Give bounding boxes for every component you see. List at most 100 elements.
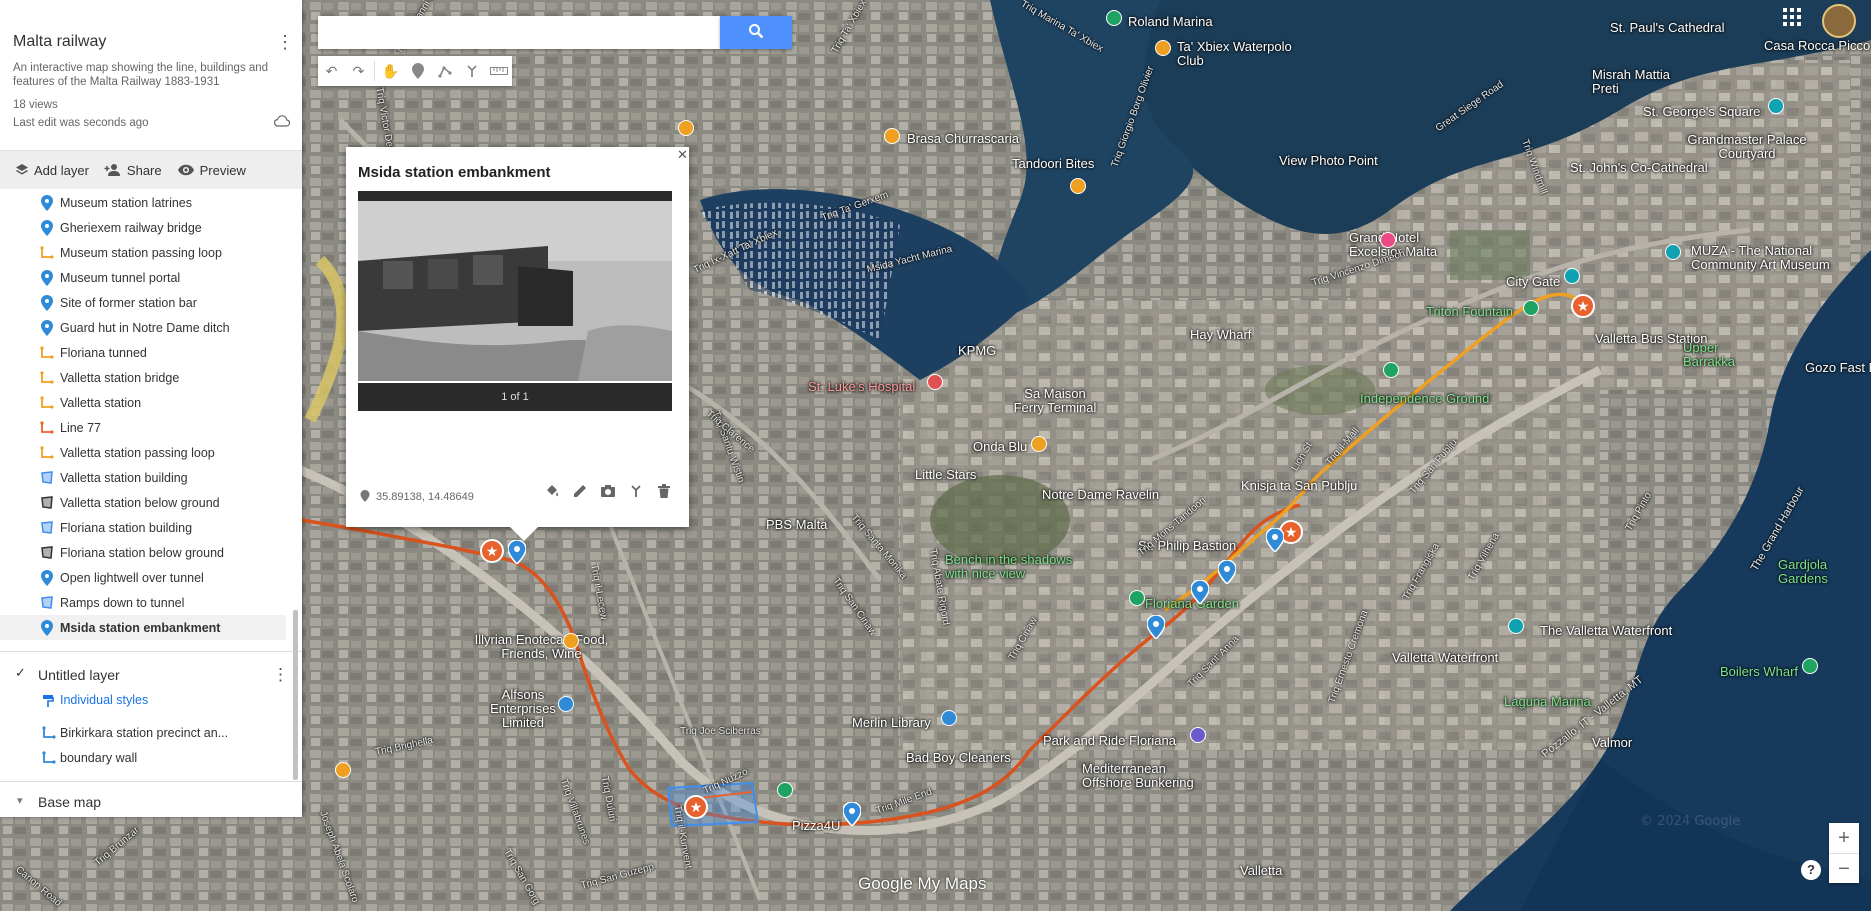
feature-pin-marker[interactable] [1266, 528, 1284, 552]
place-label[interactable]: Bench in the shadows with nice view [945, 553, 1080, 581]
feature-pin-marker[interactable] [1147, 615, 1165, 639]
add-layer-button[interactable]: Add layer [15, 163, 89, 178]
coordinates-text[interactable]: 35.89138, 14.48649 [376, 491, 474, 503]
place-label[interactable]: Valmor [1592, 736, 1632, 750]
poi-marker[interactable] [1031, 436, 1047, 452]
place-label[interactable]: Upper Barrakka [1683, 341, 1753, 369]
feature-item[interactable]: Valletta station [0, 390, 302, 415]
map-title[interactable]: Malta railway [13, 33, 106, 51]
place-label[interactable]: St. Paul's Cathedral [1610, 21, 1725, 35]
place-label[interactable]: PBS Malta [766, 518, 827, 532]
chevron-down-icon[interactable]: ▾ [17, 794, 23, 807]
poi-marker[interactable] [941, 710, 957, 726]
place-label[interactable]: Onda Blu [973, 440, 1027, 454]
poi-marker[interactable] [1665, 244, 1681, 260]
place-label[interactable]: The Valletta Waterfront [1540, 624, 1672, 638]
feature-item[interactable]: Site of former station bar [0, 290, 302, 315]
poi-marker[interactable] [884, 128, 900, 144]
more-options-icon[interactable]: ⋮ [276, 32, 294, 53]
feature-item[interactable]: Line 77 [0, 415, 302, 440]
search-input[interactable] [318, 16, 720, 49]
place-label[interactable]: Alfsons Enterprises Limited [478, 688, 568, 730]
place-label[interactable]: Gardjola Gardens [1778, 558, 1858, 586]
place-label[interactable]: Brasa Churrascaria [907, 132, 1019, 146]
place-label[interactable]: Grandmaster Palace Courtyard [1687, 133, 1807, 161]
map-description[interactable]: An interactive map showing the line, bui… [13, 61, 288, 89]
station-star-marker[interactable]: ★ [1571, 294, 1595, 318]
preview-button[interactable]: Preview [177, 163, 246, 178]
feature-item[interactable]: Gheriexem railway bridge [0, 215, 302, 240]
feature-item-selected[interactable]: Msida station embankment [0, 615, 286, 640]
place-label[interactable]: Little Stars [915, 468, 976, 482]
layer-visibility-checkbox[interactable]: ✓ [15, 666, 28, 679]
feature-item[interactable]: Museum station latrines [0, 190, 302, 215]
poi-marker[interactable] [777, 782, 793, 798]
feature-item[interactable]: Floriana station building [0, 515, 302, 540]
poi-marker[interactable] [335, 762, 351, 778]
feature-pin-marker[interactable] [1191, 580, 1209, 604]
base-map-section[interactable]: ▾ Base map [0, 781, 302, 818]
place-label[interactable]: Illyrian Enoteca - Food, Friends, Wine [474, 633, 609, 661]
place-label[interactable]: KPMG [958, 344, 996, 358]
place-label[interactable]: Valletta Waterfront [1392, 651, 1498, 665]
layer-item[interactable]: Birkirkara station precinct an... [60, 726, 228, 740]
poi-marker[interactable] [563, 633, 579, 649]
search-button[interactable] [720, 16, 792, 49]
place-label[interactable]: Ta' Xbiex Waterpolo Club [1177, 40, 1297, 68]
place-label[interactable]: MUŻA - The National Community Art Museum [1691, 244, 1861, 272]
place-label[interactable]: Bad Boy Cleaners [906, 751, 1011, 765]
feature-item[interactable]: Valletta station bridge [0, 365, 302, 390]
user-avatar[interactable] [1822, 4, 1856, 38]
place-label[interactable]: City Gate [1506, 275, 1560, 289]
poi-marker[interactable] [1190, 727, 1206, 743]
feature-item[interactable]: Valletta station below ground [0, 490, 302, 515]
help-button[interactable]: ? [1801, 860, 1821, 880]
poi-marker[interactable] [1802, 658, 1818, 674]
directions-icon[interactable] [625, 480, 647, 502]
feature-item[interactable]: Ramps down to tunnel [0, 590, 302, 615]
place-label[interactable]: Notre Dame Ravelin [1042, 488, 1159, 502]
layer-item[interactable]: boundary wall [60, 751, 137, 765]
station-star-marker[interactable]: ★ [480, 539, 504, 563]
place-label[interactable]: Merlin Library [852, 716, 931, 730]
place-label[interactable]: Gozo Fast F [1805, 361, 1871, 375]
feature-pin-marker[interactable] [1218, 560, 1236, 584]
poi-marker[interactable] [678, 120, 694, 136]
redo-icon[interactable]: ↷ [345, 56, 372, 86]
place-label[interactable]: Laguna Marina [1504, 695, 1591, 709]
place-label[interactable]: Independence Ground [1360, 392, 1489, 406]
place-label[interactable]: St. John's Co-Cathedral [1570, 161, 1708, 175]
poi-marker[interactable] [927, 374, 943, 390]
place-label[interactable]: View Photo Point [1279, 154, 1378, 168]
apps-grid-icon[interactable] [1783, 8, 1801, 26]
feature-item[interactable]: Museum tunnel portal [0, 265, 302, 290]
station-star-marker[interactable]: ★ [684, 795, 708, 819]
poi-marker[interactable] [1129, 590, 1145, 606]
place-label[interactable]: Pizza4U [792, 819, 840, 833]
place-label[interactable]: Sa Maison Ferry Terminal [1010, 387, 1100, 415]
feature-item[interactable]: Guard hut in Notre Dame ditch [0, 315, 302, 340]
poi-marker[interactable] [1508, 618, 1524, 634]
feature-pin-marker[interactable] [508, 540, 526, 564]
poi-marker[interactable] [1070, 178, 1086, 194]
place-label[interactable]: Triton Fountain [1426, 305, 1513, 319]
poi-marker[interactable] [1383, 362, 1399, 378]
zoom-out-button[interactable]: − [1829, 853, 1859, 884]
poi-marker[interactable] [1106, 10, 1122, 26]
place-label[interactable]: Misrah Mattia Preti [1592, 68, 1672, 96]
poi-marker[interactable] [1155, 40, 1171, 56]
poi-marker[interactable] [1768, 98, 1784, 114]
trash-icon[interactable] [653, 480, 675, 502]
add-marker-icon[interactable] [404, 56, 431, 86]
layer-options-icon[interactable]: ⋮ [272, 665, 289, 685]
individual-styles-link[interactable]: Individual styles [60, 693, 148, 707]
close-icon[interactable]: ✕ [677, 147, 688, 163]
poi-marker[interactable] [1564, 268, 1580, 284]
place-label[interactable]: Valletta [1240, 864, 1282, 878]
feature-item[interactable]: Open lightwell over tunnel [0, 565, 302, 590]
place-label[interactable]: Boilers Wharf [1720, 665, 1798, 679]
feature-item[interactable]: Museum station passing loop [0, 240, 302, 265]
draw-line-icon[interactable] [431, 56, 458, 86]
feature-item[interactable]: Floriana tunned [0, 340, 302, 365]
place-label[interactable]: St. Luke's Hospital [808, 380, 915, 394]
